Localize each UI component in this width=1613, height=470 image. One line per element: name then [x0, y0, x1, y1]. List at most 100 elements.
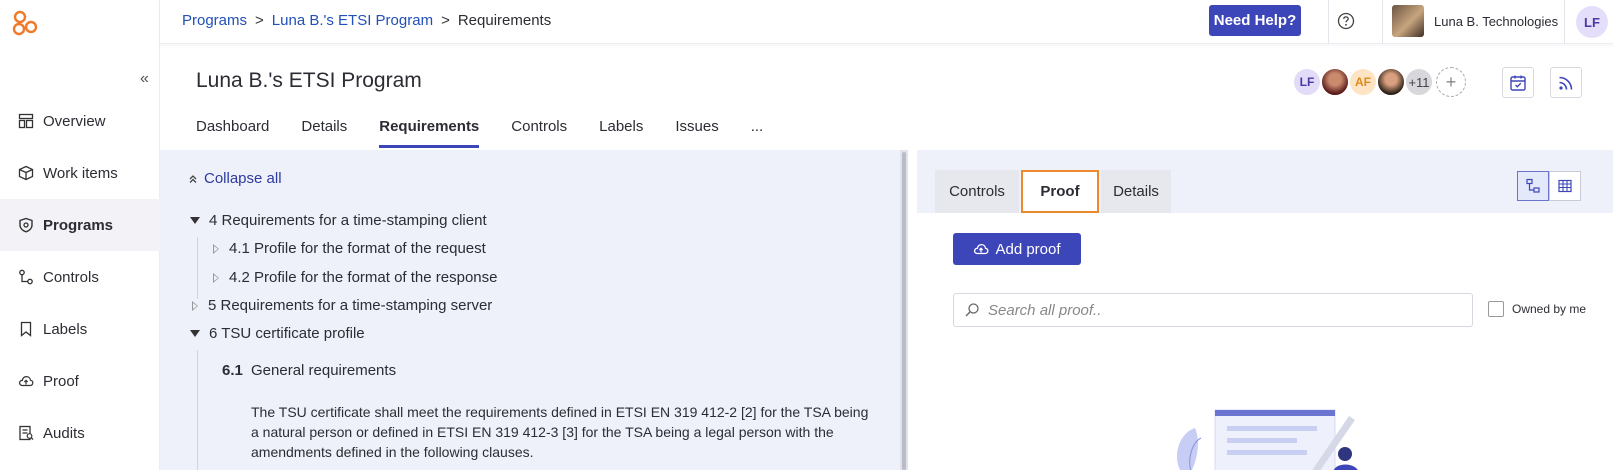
calendar-button[interactable] — [1502, 67, 1534, 98]
divider — [1564, 0, 1565, 44]
sidebar-item-controls[interactable]: Controls — [0, 251, 160, 303]
shield-icon — [17, 216, 35, 234]
rss-feed-button[interactable] — [1550, 67, 1582, 98]
pane-splitter-handle[interactable] — [902, 152, 906, 470]
sidebar-item-proof[interactable]: Proof — [0, 355, 160, 407]
tree-guide-line — [197, 350, 198, 470]
tab-controls[interactable]: Controls — [511, 118, 567, 148]
avatar[interactable] — [1376, 67, 1406, 97]
sidebar-item-label: Proof — [43, 372, 79, 390]
section-title: General requirements — [251, 362, 397, 379]
box-icon — [17, 164, 35, 182]
sidebar-item-label: Overview — [43, 112, 106, 130]
sidebar-item-programs[interactable]: Programs — [0, 199, 160, 251]
tab-more[interactable]: ... — [751, 118, 764, 148]
panel-tab-proof[interactable]: Proof — [1021, 170, 1099, 213]
proof-panel: Controls Proof Details Add proof Owned b… — [917, 150, 1613, 470]
tab-details[interactable]: Details — [301, 118, 347, 148]
table-view-button[interactable] — [1549, 171, 1581, 201]
tab-requirements[interactable]: Requirements — [379, 118, 480, 148]
tab-dashboard[interactable]: Dashboard — [196, 118, 269, 148]
org-switcher[interactable]: Luna B. Technologies — [1392, 5, 1558, 37]
avatar[interactable]: AF — [1348, 67, 1378, 97]
sidebar-item-work-items[interactable]: Work items — [0, 147, 160, 199]
add-member-button[interactable]: + — [1436, 67, 1466, 97]
caret-right-icon[interactable] — [192, 300, 198, 311]
add-proof-label: Add proof — [995, 240, 1061, 258]
cloud-upload-icon — [17, 372, 35, 390]
need-help-button[interactable]: Need Help? — [1209, 5, 1301, 36]
caret-down-icon[interactable] — [190, 330, 200, 337]
org-name: Luna B. Technologies — [1434, 13, 1559, 29]
divider — [1382, 0, 1383, 44]
breadcrumb-separator: > — [441, 12, 450, 29]
tree-item-label: 4.2 Profile for the format of the respon… — [229, 269, 498, 286]
avatar[interactable] — [1320, 67, 1350, 97]
breadcrumb-program[interactable]: Luna B.'s ETSI Program — [272, 12, 433, 29]
page-title: Luna B.'s ETSI Program — [196, 69, 422, 92]
collapse-all-label: Collapse all — [204, 170, 282, 187]
double-chevron-up-icon — [189, 174, 197, 183]
sidebar-item-label: Work items — [43, 164, 118, 182]
tree-item-label: 4 Requirements for a time-stamping clien… — [209, 212, 487, 229]
owned-by-me-label: Owned by me — [1512, 302, 1587, 316]
owned-by-me-checkbox[interactable] — [1488, 301, 1504, 317]
collapse-sidebar-button[interactable]: « — [140, 70, 149, 88]
tree-item-label: 5 Requirements for a time-stamping serve… — [208, 297, 493, 314]
owned-by-me-filter[interactable]: Owned by me — [1488, 301, 1586, 317]
user-avatar[interactable]: LF — [1576, 6, 1608, 38]
brand-logo-icon[interactable] — [12, 10, 38, 36]
top-bar: Programs > Luna B.'s ETSI Program > Requ… — [160, 0, 1613, 44]
cloud-upload-icon — [974, 243, 989, 255]
sidebar-item-audits[interactable]: Audits — [0, 407, 160, 459]
divider — [1328, 0, 1329, 44]
panel-tab-controls[interactable]: Controls — [935, 170, 1019, 213]
tree-view-icon — [1526, 178, 1540, 193]
tree-item-section-4-1[interactable]: 4.1 Profile for the format of the reques… — [213, 240, 486, 257]
tree-item-label: 6 TSU certificate profile — [209, 325, 365, 342]
tree-guide-line — [197, 237, 198, 299]
sidebar-item-overview[interactable]: Overview — [0, 95, 160, 147]
more-members-badge[interactable]: +11 — [1404, 67, 1434, 97]
tree-item-label: 4.1 Profile for the format of the reques… — [229, 240, 486, 257]
calendar-icon — [1510, 75, 1526, 91]
table-view-icon — [1558, 179, 1572, 193]
breadcrumb-separator: > — [255, 12, 264, 29]
collapse-all-button[interactable]: Collapse all — [188, 170, 282, 187]
breadcrumb-programs[interactable]: Programs — [182, 12, 247, 29]
breadcrumb: Programs > Luna B.'s ETSI Program > Requ… — [182, 12, 551, 29]
avatar[interactable]: LF — [1292, 67, 1322, 97]
sidebar-item-label: Controls — [43, 268, 99, 286]
tree-item-section-4[interactable]: 4 Requirements for a time-stamping clien… — [190, 212, 487, 229]
sidebar-item-label: Programs — [43, 216, 114, 234]
tab-issues[interactable]: Issues — [675, 118, 718, 148]
rss-icon — [1559, 76, 1573, 90]
section-body: The TSU certificate shall meet the requi… — [251, 404, 869, 460]
caret-right-icon[interactable] — [213, 272, 219, 283]
help-question-icon[interactable] — [1337, 12, 1355, 30]
empty-state-illustration — [1177, 409, 1358, 470]
sidebar-item-labels[interactable]: Labels — [0, 303, 160, 355]
audit-icon — [17, 424, 35, 442]
program-tabs: Dashboard Details Requirements Controls … — [196, 118, 795, 148]
member-avatars[interactable]: LF AF +11 + — [1292, 67, 1466, 97]
tree-view-button[interactable] — [1517, 171, 1549, 201]
caret-down-icon[interactable] — [190, 217, 200, 224]
sidebar: « Overview Work items Programs Controls … — [0, 0, 160, 470]
tree-item-section-4-2[interactable]: 4.2 Profile for the format of the respon… — [213, 269, 497, 286]
proof-search-input[interactable] — [988, 301, 1458, 319]
breadcrumb-current: Requirements — [457, 12, 552, 29]
panel-tab-details[interactable]: Details — [1101, 170, 1171, 213]
tab-labels[interactable]: Labels — [599, 118, 643, 148]
search-icon — [965, 303, 979, 317]
org-avatar — [1392, 5, 1424, 37]
dashboard-icon — [17, 112, 35, 130]
bookmark-icon — [17, 320, 35, 338]
controls-icon — [17, 268, 35, 286]
caret-right-icon[interactable] — [213, 243, 219, 254]
proof-search-box[interactable] — [953, 293, 1473, 327]
sidebar-item-label: Audits — [43, 424, 85, 442]
tree-item-section-5[interactable]: 5 Requirements for a time-stamping serve… — [192, 297, 492, 314]
add-proof-button[interactable]: Add proof — [953, 233, 1081, 265]
tree-item-section-6[interactable]: 6 TSU certificate profile — [190, 325, 365, 342]
